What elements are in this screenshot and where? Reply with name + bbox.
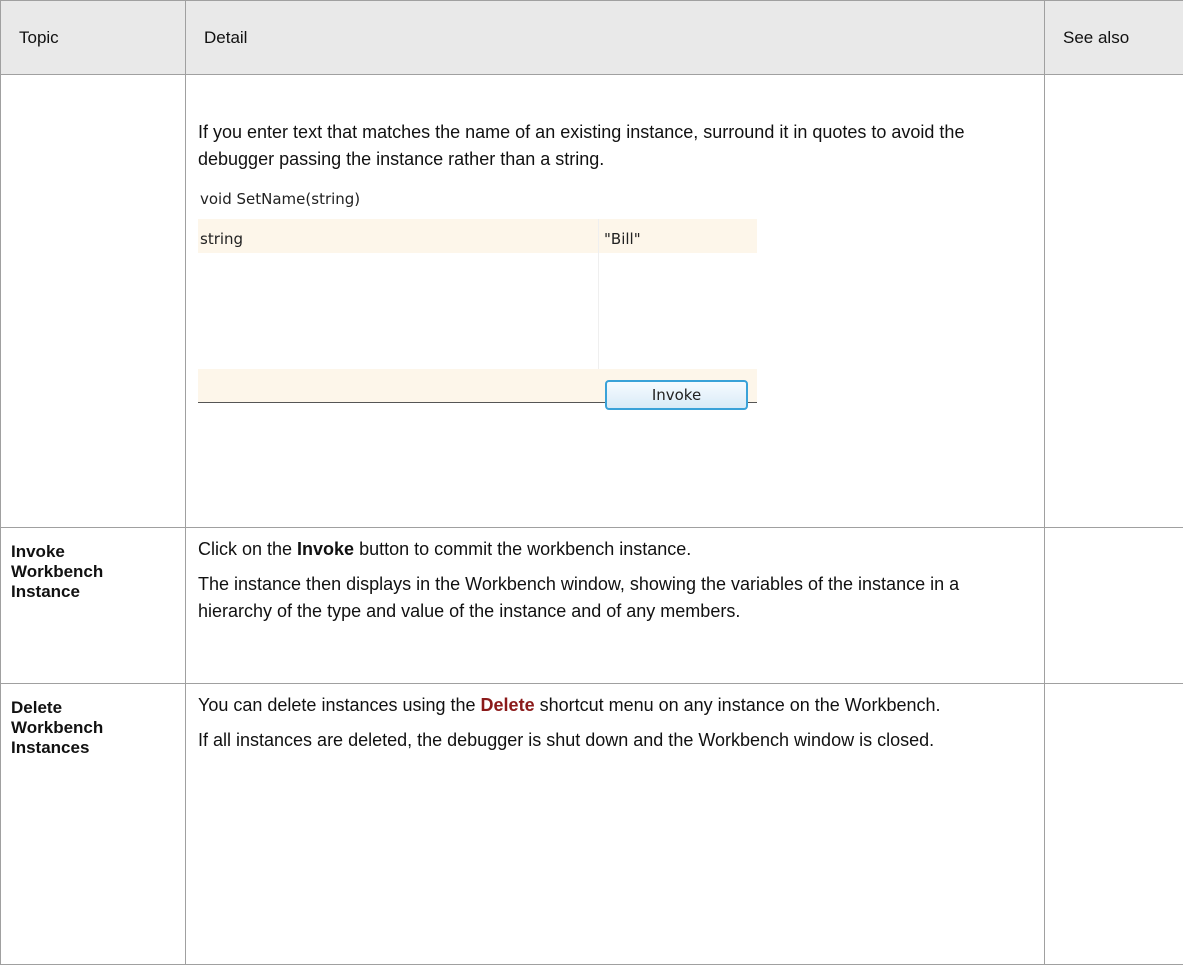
detail-paragraph: Click on the Invoke button to commit the… xyxy=(198,536,1032,563)
table-header-row: Topic Detail See also xyxy=(1,1,1183,75)
detail-cell: You can delete instances using the Delet… xyxy=(186,684,1045,965)
topic-cell: Invoke Workbench Instance xyxy=(1,528,186,684)
invoke-term: Invoke xyxy=(297,539,354,559)
see-also-cell xyxy=(1045,684,1183,965)
table-row: Invoke Workbench Instance Click on the I… xyxy=(1,528,1183,684)
header-detail: Detail xyxy=(186,1,1045,75)
delete-link[interactable]: Delete xyxy=(481,695,535,715)
topic-cell xyxy=(1,75,186,528)
header-topic: Topic xyxy=(1,1,186,75)
text-segment: You can delete instances using the xyxy=(198,695,481,715)
see-also-cell xyxy=(1045,75,1183,528)
text-segment: Click on the xyxy=(198,539,297,559)
detail-paragraph: If you enter text that matches the name … xyxy=(198,119,1032,173)
table-row: If you enter text that matches the name … xyxy=(1,75,1183,528)
detail-cell: Click on the Invoke button to commit the… xyxy=(186,528,1045,684)
text-segment: shortcut menu on any instance on the Wor… xyxy=(535,695,941,715)
topic-line: Workbench xyxy=(11,718,185,738)
header-see-also: See also xyxy=(1045,1,1183,75)
parameter-row: string "Bill" xyxy=(198,219,757,253)
table-row: Delete Workbench Instances You can delet… xyxy=(1,684,1183,965)
topic-line: Delete xyxy=(11,698,185,718)
parameter-name: string xyxy=(200,226,243,253)
topic-cell: Delete Workbench Instances xyxy=(1,684,186,965)
invoke-button: Invoke xyxy=(605,380,748,410)
detail-paragraph: The instance then displays in the Workbe… xyxy=(198,571,1032,625)
column-divider xyxy=(598,219,599,369)
topic-line: Workbench xyxy=(11,562,185,582)
topic-line: Invoke xyxy=(11,542,185,562)
parameter-value: "Bill" xyxy=(604,226,641,253)
detail-paragraph: You can delete instances using the Delet… xyxy=(198,692,1032,719)
text-segment: button to commit the workbench instance. xyxy=(354,539,691,559)
detail-cell: If you enter text that matches the name … xyxy=(186,75,1045,528)
see-also-cell xyxy=(1045,528,1183,684)
detail-paragraph: If all instances are deleted, the debugg… xyxy=(198,727,1032,754)
topic-line: Instances xyxy=(11,738,185,758)
set-name-dialog-screenshot: void SetName(string) string "Bill" Invok… xyxy=(198,185,757,402)
topic-line: Instance xyxy=(11,582,185,602)
help-table: Topic Detail See also If you enter text … xyxy=(0,0,1183,965)
method-signature: void SetName(string) xyxy=(200,186,360,213)
